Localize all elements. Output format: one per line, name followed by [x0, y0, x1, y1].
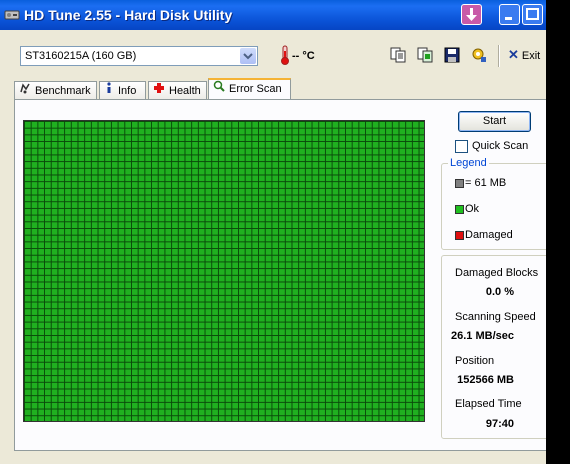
legend-swatch: [455, 231, 464, 240]
maximize-button[interactable]: [522, 4, 543, 25]
tab-label: Benchmark: [35, 84, 91, 97]
tab-health[interactable]: Health: [148, 81, 207, 100]
save-icon[interactable]: [444, 47, 460, 63]
tab-label: Info: [118, 84, 137, 97]
exit-label: Exit: [521, 50, 541, 62]
stats-box: [441, 255, 546, 439]
close-x-icon: ✕: [508, 47, 519, 62]
legend-swatch: [455, 179, 464, 188]
position-label: Position: [455, 355, 495, 367]
legend-title: Legend: [448, 157, 489, 169]
maximize-icon: [526, 8, 539, 20]
window-title: HD Tune 2.55 - Hard Disk Utility: [24, 7, 233, 23]
legend-swatch: [455, 205, 464, 214]
down-arrow-icon: [466, 8, 477, 21]
block-map: [23, 120, 425, 422]
temperature-readout: -- °C: [292, 50, 315, 62]
thermometer-icon: [281, 45, 289, 65]
benchmark-icon: [19, 82, 31, 100]
damaged-blocks-value: 0.0 %: [485, 286, 514, 298]
damaged-blocks-label: Damaged Blocks: [455, 267, 539, 279]
legend-label: Damaged: [465, 229, 513, 241]
info-icon: [104, 82, 114, 100]
tab-label: Health: [169, 84, 201, 97]
elapsed-time-value: 97:40: [485, 418, 514, 430]
drive-select-value: ST3160215A (160 GB): [25, 50, 137, 62]
quick-scan-label: Quick Scan: [472, 140, 529, 152]
minimize-button[interactable]: [499, 4, 520, 25]
down-arrow-button[interactable]: [461, 4, 482, 25]
position-value: 152566 MB: [457, 374, 514, 386]
health-icon: [153, 82, 165, 100]
options-icon[interactable]: [471, 47, 487, 63]
scanning-speed-value: 26.1 MB/sec: [451, 330, 514, 342]
title-bar[interactable]: HD Tune 2.55 - Hard Disk Utility: [0, 0, 546, 30]
exit-button[interactable]: ✕ Exit: [508, 47, 540, 63]
legend-label: Ok: [465, 203, 480, 215]
scanning-speed-label: Scanning Speed: [455, 311, 536, 323]
toolbar-separator: [498, 45, 500, 67]
chevron-down-icon[interactable]: [240, 48, 256, 64]
tab-info[interactable]: Info: [99, 81, 146, 100]
quick-scan-checkbox[interactable]: [455, 140, 468, 153]
copy-all-icon[interactable]: [417, 47, 433, 63]
hdtune-app-icon: [4, 10, 20, 20]
copy-icon[interactable]: [390, 47, 406, 63]
magnifier-icon: [213, 80, 225, 98]
app-window: HD Tune 2.55 - Hard Disk Utility ST31602…: [0, 0, 546, 464]
minimize-icon: [505, 17, 512, 20]
tab-error-scan[interactable]: Error Scan: [208, 78, 291, 100]
elapsed-time-label: Elapsed Time: [455, 398, 522, 410]
start-button[interactable]: Start: [458, 111, 531, 132]
drive-select[interactable]: ST3160215A (160 GB): [20, 46, 258, 66]
tab-label: Error Scan: [229, 83, 282, 95]
legend-label: = 61 MB: [465, 177, 507, 189]
desktop-background: [546, 0, 570, 464]
tab-benchmark[interactable]: Benchmark: [14, 81, 97, 100]
